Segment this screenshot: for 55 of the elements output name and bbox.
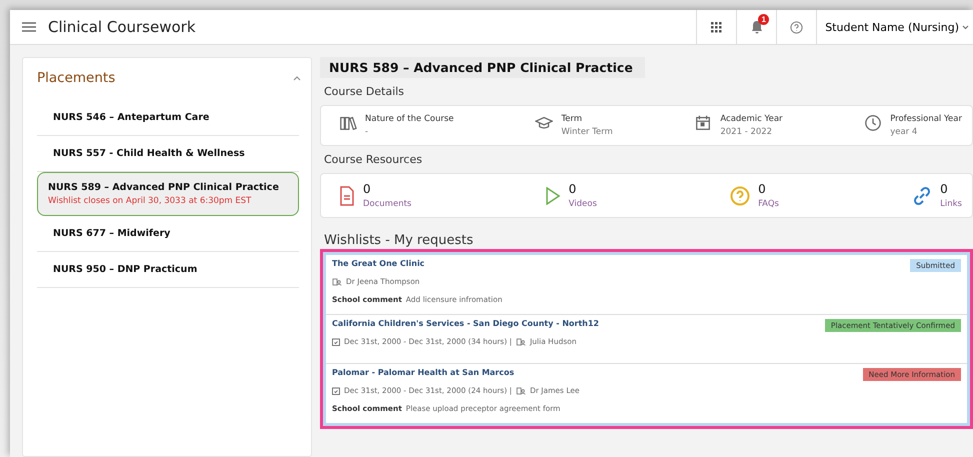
- placements-title: Placements: [37, 70, 116, 86]
- chevron-down-icon: [962, 24, 969, 30]
- bell-icon: [750, 20, 763, 34]
- detail-value: year 4: [890, 127, 918, 137]
- link-icon: [912, 186, 932, 206]
- placement-name: NURS 950 – DNP Practicum: [53, 264, 198, 275]
- detail-label: Nature of the Course: [365, 114, 454, 124]
- app-title: Clinical Coursework: [48, 18, 197, 36]
- play-icon: [544, 186, 561, 204]
- detail-value: Winter Term: [561, 127, 613, 137]
- detail-value: -: [365, 127, 370, 137]
- placement-name: NURS 589 – Advanced PNP Clinical Practice: [48, 182, 280, 193]
- books-icon: [339, 114, 357, 132]
- people-icon: [516, 386, 526, 394]
- help-icon: [730, 186, 750, 206]
- detail-label: Term: [561, 114, 583, 124]
- people-icon: [516, 338, 526, 346]
- grid-icon: [711, 22, 722, 32]
- menu-icon[interactable]: [22, 22, 36, 32]
- resource-count: 0: [568, 182, 578, 196]
- placement-item[interactable]: NURS 546 – Antepartum Care: [37, 100, 299, 136]
- resource-link[interactable]: Documents: [363, 199, 412, 209]
- placement-name: NURS 677 – Midwifery: [53, 228, 172, 239]
- people-icon: [332, 278, 342, 286]
- placement-item[interactable]: NURS 677 – Midwifery: [37, 216, 299, 252]
- deadline-note: Wishlist closes on April 30, 3033 at 6:30pm EST: [48, 196, 252, 206]
- resource-link[interactable]: Links: [940, 199, 962, 209]
- course-title: NURS 589 – Advanced PNP Clinical Practice: [320, 57, 645, 78]
- detail-value: 2021 - 2022: [720, 127, 774, 137]
- site-link[interactable]: Palomar - Palomar Health at San Marcos: [332, 368, 580, 377]
- detail-label: Academic Year: [720, 114, 783, 124]
- resource-count: 0: [758, 182, 767, 196]
- resource-count: 0: [940, 182, 949, 196]
- placement-item[interactable]: NURS 950 – DNP Practicum: [37, 252, 299, 288]
- section-heading: Wishlists - My requests: [323, 233, 474, 248]
- resource-link[interactable]: FAQs: [758, 199, 779, 209]
- resource-count: 0: [363, 182, 372, 196]
- help-icon: [790, 20, 804, 34]
- site-link[interactable]: California Children's Services - San Diego County - North12: [332, 319, 599, 328]
- clock-icon: [864, 114, 882, 132]
- section-heading: Course Details: [323, 85, 406, 98]
- document-icon: [339, 186, 355, 206]
- resource-link[interactable]: Videos: [568, 199, 597, 209]
- calendar-icon: [694, 114, 712, 132]
- calendar-icon: [332, 338, 340, 346]
- placement-name: NURS 546 – Antepartum Care: [53, 112, 210, 123]
- placement-name: NURS 557 - Child Health & Wellness: [53, 148, 246, 159]
- placement-item[interactable]: NURS 589 – Advanced PNP Clinical Practice Wishlist closes on April 30, 3033 at 6:30pm EST: [37, 172, 299, 216]
- chevron-icon: [293, 76, 301, 80]
- site-link[interactable]: The Great One Clinic: [332, 259, 502, 268]
- detail-label: Professional Year: [890, 114, 962, 124]
- calendar-icon: [332, 386, 340, 394]
- notification-count: 1: [758, 14, 770, 25]
- placements-header[interactable]: Placements: [23, 66, 311, 100]
- section-heading: Course Resources: [323, 153, 424, 166]
